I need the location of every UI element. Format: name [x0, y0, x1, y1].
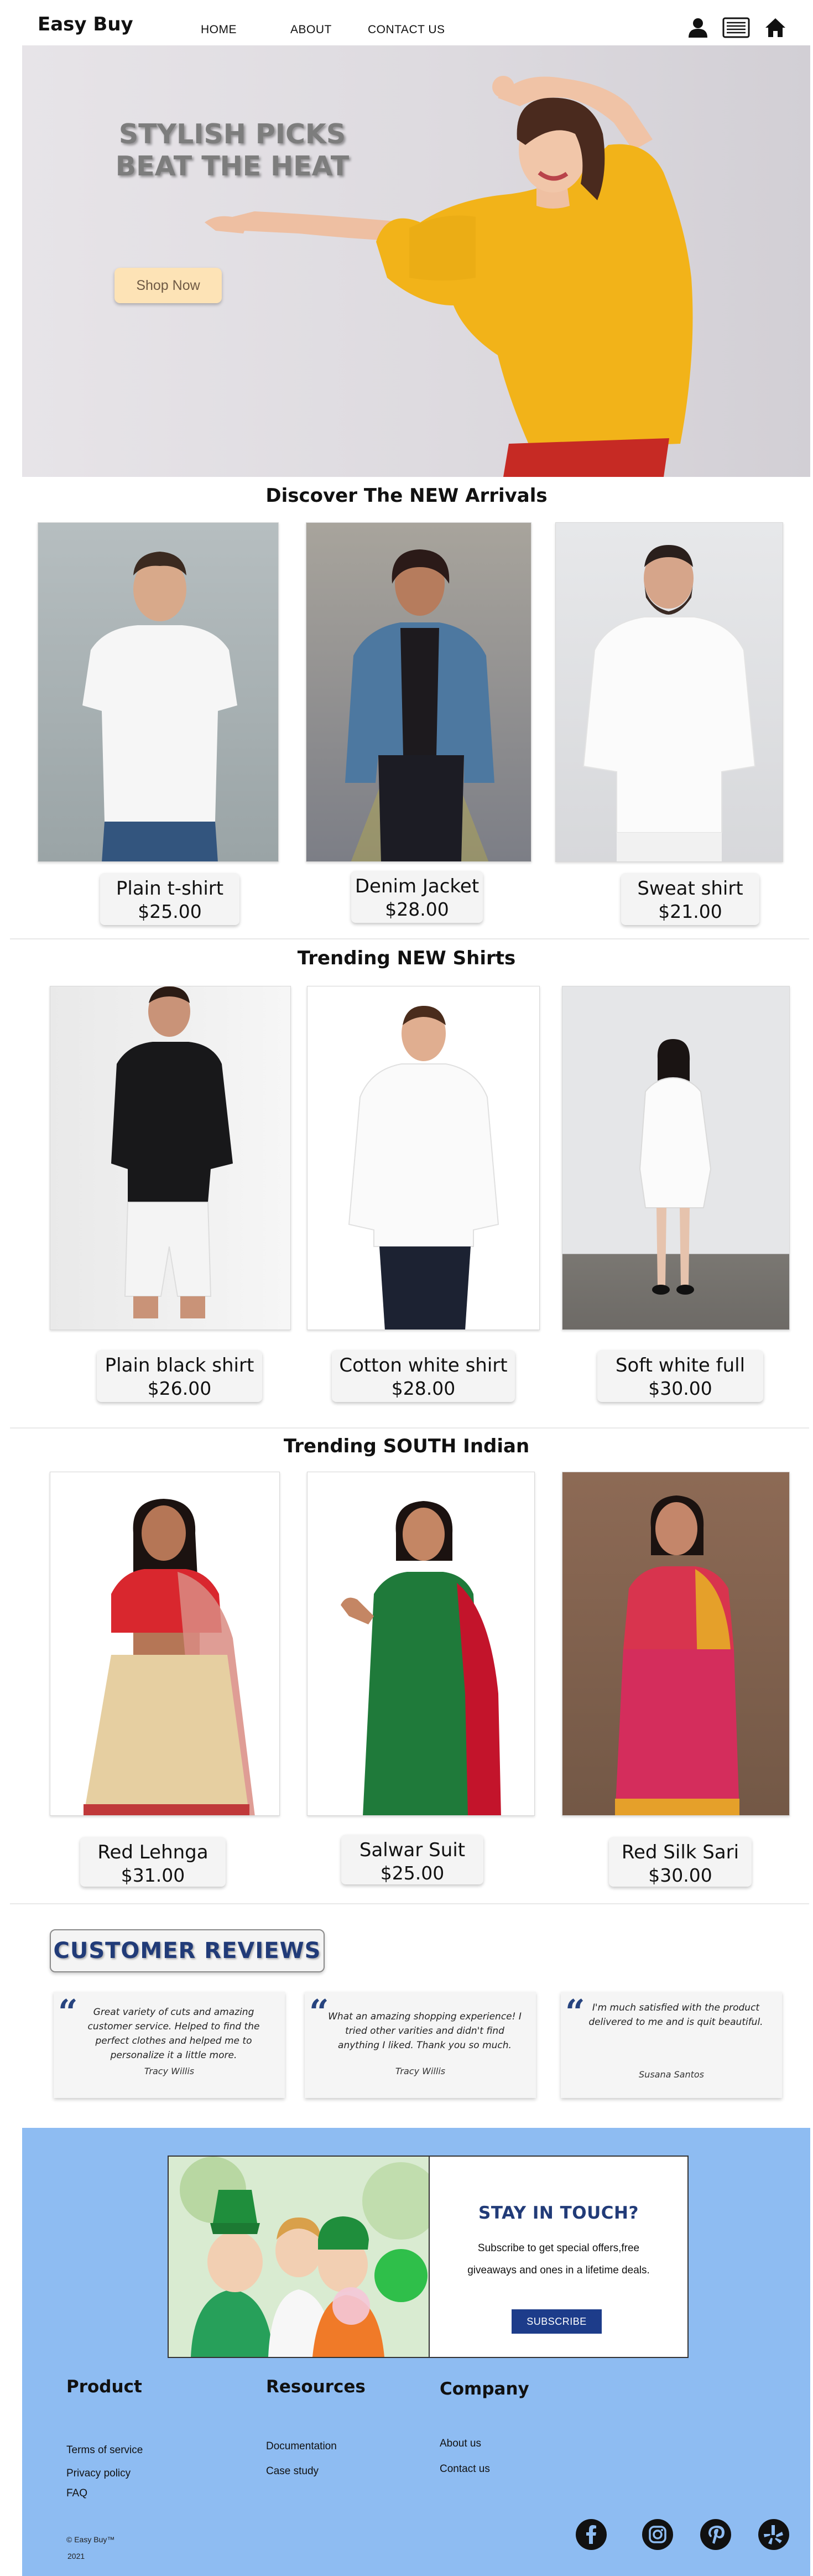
subscribe-button[interactable]: SUBSCRIBE	[512, 2309, 602, 2334]
home-icon[interactable]	[764, 17, 786, 39]
product-tag[interactable]: Plain t-shirt $25.00	[100, 873, 239, 925]
product-price: $26.00	[147, 1378, 212, 1399]
product-tag[interactable]: Salwar Suit $25.00	[341, 1835, 483, 1884]
menu-icon[interactable]	[722, 17, 750, 39]
product-tag[interactable]: Red Lehnga $31.00	[80, 1837, 226, 1887]
yelp-icon[interactable]	[758, 2518, 790, 2551]
product-name: Denim Jacket	[355, 875, 480, 897]
nav-about-link[interactable]: ABOUT	[290, 23, 332, 37]
product-name: Plain black shirt	[105, 1354, 254, 1377]
pinterest-icon[interactable]	[700, 2518, 732, 2551]
top-navbar: Easy Buy HOME ABOUT CONTACT US	[0, 0, 813, 45]
product-tag[interactable]: Denim Jacket $28.00	[351, 871, 483, 923]
product-price: $28.00	[385, 899, 449, 920]
product-tag[interactable]: Red Silk Sari $30.00	[609, 1837, 752, 1887]
sweat-shirt-image[interactable]	[555, 522, 783, 862]
product-name: Cotton white shirt	[339, 1354, 508, 1377]
facebook-icon[interactable]	[575, 2518, 607, 2551]
product-tag[interactable]: Soft white full $30.00	[597, 1350, 763, 1402]
product-name: Salwar Suit	[359, 1839, 466, 1861]
brand-logo[interactable]: Easy Buy	[38, 13, 133, 35]
soft-white-full-image[interactable]	[562, 986, 790, 1330]
footer-resources-heading: Resources	[266, 2377, 366, 2397]
review-card: “ I'm much satisfied with the product de…	[561, 1992, 782, 2098]
plain-black-shirt-image[interactable]	[50, 986, 291, 1330]
salwar-suit-image[interactable]	[307, 1472, 535, 1816]
footer-link-documentation[interactable]: Documentation	[266, 2440, 337, 2453]
product-price: $25.00	[380, 1862, 445, 1884]
plain-tshirt-image[interactable]	[38, 522, 279, 862]
footer-company-heading: Company	[440, 2379, 529, 2399]
product-tag[interactable]: Sweat shirt $21.00	[621, 873, 759, 925]
shop-now-button[interactable]: Shop Now	[114, 268, 222, 303]
trending-south-indian-title: Trending SOUTH Indian	[283, 1435, 530, 1457]
instagram-icon[interactable]	[642, 2518, 674, 2551]
quote-icon: “	[565, 1992, 585, 2032]
red-silk-sari-image[interactable]	[562, 1472, 790, 1816]
hero-model-image	[205, 76, 693, 477]
product-price: $25.00	[138, 901, 202, 922]
nav-contact-link[interactable]: CONTACT US	[368, 23, 445, 37]
footer-link-privacy[interactable]: Privacy policy	[66, 2468, 131, 2480]
section-divider	[10, 1903, 809, 1904]
hero-title: STYLISH PICKS BEAT THE HEAT	[115, 118, 350, 182]
product-price: $21.00	[658, 901, 722, 922]
customer-reviews-heading: CUSTOMER REVIEWS	[50, 1929, 325, 1972]
new-arrivals-title: Discover The NEW Arrivals	[265, 485, 548, 507]
product-price: $31.00	[121, 1865, 185, 1886]
quote-icon: “	[58, 1992, 78, 2032]
user-icon[interactable]	[687, 17, 709, 39]
product-price: $30.00	[648, 1865, 712, 1886]
product-name: Red Lehnga	[97, 1841, 209, 1863]
denim-jacket-image[interactable]	[306, 522, 531, 862]
hero-banner: STYLISH PICKS BEAT THE HEAT Shop Now	[22, 45, 810, 477]
newsletter-kids-image	[169, 2157, 430, 2357]
footer-product-heading: Product	[66, 2377, 142, 2397]
footer-link-contact[interactable]: Contact us	[440, 2463, 490, 2475]
red-lehnga-image[interactable]	[50, 1472, 280, 1816]
review-card: “ What an amazing shopping experience! I…	[305, 1992, 536, 2098]
customer-reviews-title: CUSTOMER REVIEWS	[53, 1938, 321, 1964]
review-author: Tracy Willis	[395, 2066, 446, 2076]
footer-link-terms[interactable]: Terms of service	[66, 2444, 143, 2456]
product-tag[interactable]: Cotton white shirt $28.00	[332, 1350, 515, 1402]
product-name: Plain t-shirt	[116, 877, 224, 900]
section-divider	[10, 938, 809, 939]
copyright-text: © Easy Buy™	[66, 2535, 115, 2544]
footer-link-about[interactable]: About us	[440, 2438, 481, 2450]
newsletter-text: Subscribe to get special offers,free giv…	[467, 2242, 650, 2276]
product-tag[interactable]: Plain black shirt $26.00	[97, 1350, 262, 1402]
copyright-year: 2021	[67, 2552, 85, 2561]
trending-shirts-title: Trending NEW Shirts	[297, 947, 516, 969]
product-name: Red Silk Sari	[621, 1841, 739, 1863]
footer: STAY IN TOUCH? Subscribe to get special …	[22, 2128, 810, 2576]
footer-link-case-study[interactable]: Case study	[266, 2465, 319, 2478]
product-price: $28.00	[391, 1378, 456, 1399]
newsletter-box: STAY IN TOUCH? Subscribe to get special …	[168, 2156, 689, 2358]
review-text: Great variety of cuts and amazing custom…	[87, 2007, 260, 2061]
section-divider	[10, 1427, 809, 1429]
product-price: $30.00	[648, 1378, 712, 1399]
review-author: Susana Santos	[639, 2069, 704, 2080]
review-text: What an amazing shopping experience! I t…	[328, 2011, 522, 2051]
product-name: Soft white full	[615, 1354, 746, 1377]
review-author: Tracy Willis	[144, 2066, 195, 2076]
footer-link-faq[interactable]: FAQ	[66, 2487, 87, 2500]
quote-icon: “	[309, 1992, 329, 2032]
newsletter-title: STAY IN TOUCH?	[478, 2203, 639, 2223]
cotton-white-shirt-image[interactable]	[307, 986, 540, 1330]
product-name: Sweat shirt	[637, 877, 743, 900]
nav-home-link[interactable]: HOME	[201, 23, 237, 37]
review-text: I'm much satisfied with the product deli…	[588, 2002, 763, 2028]
review-card: “ Great variety of cuts and amazing cust…	[54, 1992, 285, 2098]
